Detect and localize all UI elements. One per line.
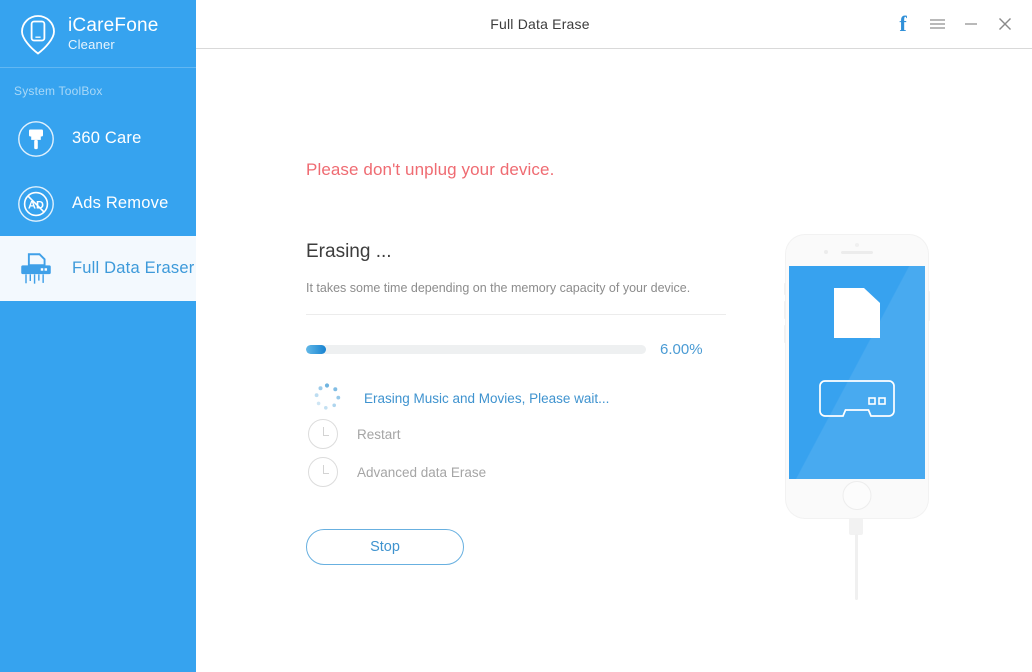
minimize-icon[interactable] — [954, 7, 988, 41]
facebook-icon[interactable]: f — [886, 7, 920, 41]
current-status-row: Erasing Music and Movies, Please wait... — [306, 379, 609, 417]
page-description: It takes some time depending on the memo… — [306, 281, 690, 295]
ad-block-circle-icon: AD — [16, 184, 56, 224]
clock-pending-icon — [308, 457, 338, 487]
phone-screen — [789, 266, 925, 479]
brand-text: iCareFone Cleaner — [68, 16, 159, 52]
phone-home-button — [843, 481, 872, 510]
current-status-label: Erasing Music and Movies, Please wait... — [364, 391, 609, 406]
cable-wire — [855, 534, 858, 600]
window-controls: f — [886, 7, 1032, 41]
divider — [306, 314, 726, 315]
brand-subtitle: Cleaner — [68, 38, 159, 52]
svg-text:AD: AD — [28, 199, 44, 211]
shredder-icon — [16, 249, 56, 289]
clock-pending-icon — [308, 419, 338, 449]
phone-speaker — [841, 251, 873, 254]
phone-sensor — [855, 243, 859, 247]
hamburger-menu-icon[interactable] — [920, 7, 954, 41]
progress-bar-track — [306, 345, 646, 354]
sidebar-section-label: System ToolBox — [0, 68, 196, 98]
app-window: iCareFone Cleaner System ToolBox 360 Car… — [0, 0, 1032, 672]
page-title: Erasing ... — [306, 241, 392, 263]
brush-circle-icon — [16, 119, 56, 159]
step-row-restart: Restart — [308, 419, 401, 449]
brand-header: iCareFone Cleaner — [0, 0, 196, 68]
phone-body — [786, 235, 928, 518]
iphone-device-icon — [786, 189, 966, 609]
sidebar-item-label: Full Data Eraser — [72, 259, 194, 278]
sidebar-item-label: Ads Remove — [72, 194, 168, 213]
main-panel: Full Data Erase f — [196, 0, 1032, 672]
step-label: Advanced data Erase — [357, 465, 486, 480]
brand-name: iCareFone — [68, 16, 159, 36]
stop-button[interactable]: Stop — [306, 529, 464, 565]
sidebar-item-label: 360 Care — [72, 129, 141, 148]
phone-volume-down-button — [784, 301, 786, 319]
warning-message: Please don't unplug your device. — [306, 160, 554, 180]
sidebar-item-360-care[interactable]: 360 Care — [0, 106, 196, 171]
usb-cable-icon — [849, 518, 863, 535]
phone-volume-up-button — [784, 283, 786, 295]
loading-spinner-icon — [306, 379, 348, 417]
sidebar-nav: 360 Care AD Ads Remove — [0, 106, 196, 301]
sidebar-item-ads-remove[interactable]: AD Ads Remove — [0, 171, 196, 236]
phone-mute-switch — [784, 325, 786, 343]
progress-percent-label: 6.00% — [660, 341, 703, 358]
close-icon[interactable] — [988, 7, 1022, 41]
content-area: Please don't unplug your device. Erasing… — [196, 49, 1032, 672]
document-icon — [834, 288, 880, 338]
sidebar-item-full-data-eraser[interactable]: Full Data Eraser — [0, 236, 196, 301]
sidebar: iCareFone Cleaner System ToolBox 360 Car… — [0, 0, 196, 672]
title-bar: Full Data Erase f — [196, 0, 1032, 49]
step-label: Restart — [357, 427, 401, 442]
progress-bar-fill — [306, 345, 326, 354]
progress-row: 6.00% — [306, 341, 736, 358]
document-shredder-icon — [819, 379, 895, 424]
phone-pin-icon — [18, 12, 58, 56]
phone-power-button — [928, 291, 930, 321]
phone-camera-icon — [824, 250, 828, 254]
step-row-advanced-data-erase: Advanced data Erase — [308, 457, 486, 487]
